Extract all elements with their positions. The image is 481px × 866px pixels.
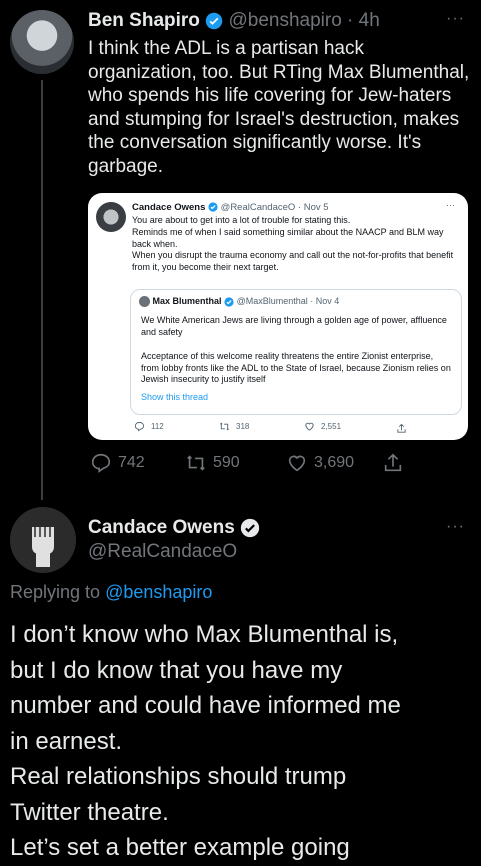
like-count: 3,690 — [314, 454, 355, 471]
verified-badge-icon — [208, 202, 218, 213]
retweet-icon — [187, 455, 205, 471]
tweet2-header: Candace Owens — [88, 517, 260, 539]
heart-icon — [305, 422, 314, 431]
replying-to-handle[interactable]: @benshapiro — [105, 582, 212, 602]
quoted-reply-action[interactable]: 112 — [134, 421, 164, 432]
tweet-text-line: number and could have informed me — [10, 692, 401, 719]
share-action[interactable] — [382, 452, 404, 479]
avatar-candace-owens[interactable] — [10, 507, 76, 573]
avatar-candace-small — [96, 202, 126, 232]
nested-quoted-tweet[interactable]: Max Blumenthal @MaxBlumenthal · Nov 4 We… — [130, 289, 462, 415]
tweet-text-line: Real relationships should trump — [10, 763, 347, 790]
share-icon — [384, 453, 402, 472]
retweet-icon — [220, 422, 229, 431]
tweet-text-line: I don’t know who Max Blumenthal is, — [10, 621, 399, 648]
quoted-line: When you disrupt the trauma economy and … — [132, 250, 454, 273]
reply-action[interactable]: 742 — [90, 452, 145, 474]
retweet-count: 590 — [213, 454, 240, 471]
more-options-icon[interactable]: ··· — [446, 10, 465, 28]
quoted-author-name[interactable]: Candace Owens — [132, 202, 205, 213]
more-options-icon[interactable]: ··· — [446, 518, 465, 536]
tweet-text-line: in earnest. — [10, 727, 123, 755]
author-handle[interactable]: @RealCandaceO — [88, 541, 237, 563]
tweet1-text: I think the ADL is a partisan hack organ… — [88, 38, 470, 177]
nested-header: Max Blumenthal @MaxBlumenthal · Nov 4 — [139, 296, 340, 308]
tweet-text-line: Twitter theatre. — [10, 798, 169, 826]
tweet-text-line: but I do know that you have my — [10, 656, 343, 684]
nested-author-name[interactable]: Max Blumenthal — [153, 296, 222, 306]
nested-author-handle[interactable]: @MaxBlumenthal · Nov 4 — [237, 296, 340, 306]
retweet-action[interactable]: 590 — [185, 452, 240, 474]
more-options-icon[interactable]: ··· — [446, 200, 455, 210]
quoted-author-handle[interactable]: @RealCandaceO · Nov 5 — [221, 202, 329, 213]
quoted-retweet-action[interactable]: 318 — [219, 421, 249, 432]
retweet-count: 318 — [236, 422, 250, 431]
tweet-text-line: Let’s set a better example going — [10, 834, 350, 861]
quoted-line: You are about to get into a lot of troub… — [132, 215, 351, 225]
reply-icon — [91, 453, 111, 473]
like-count: 2,551 — [321, 422, 342, 431]
author-name[interactable]: Candace Owens — [88, 517, 235, 538]
tweet1-header: Ben Shapiro @benshapiro · 4h — [88, 10, 380, 32]
show-thread-link[interactable]: Show this thread — [141, 392, 208, 402]
verified-badge-icon — [205, 12, 223, 30]
thread-connector — [41, 80, 43, 500]
raised-fist-icon — [10, 507, 76, 573]
avatar-max-blumenthal — [139, 296, 150, 308]
tweet2-text: I don’t know who Max Blumenthal is, but … — [10, 617, 475, 866]
quoted-like-action[interactable]: 2,551 — [304, 421, 341, 432]
quoted-text: You are about to get into a lot of troub… — [132, 215, 457, 274]
replying-to-label: Replying to — [10, 582, 106, 602]
like-action[interactable]: 3,690 — [286, 452, 354, 474]
quoted-share-action[interactable] — [396, 421, 407, 439]
share-icon — [397, 423, 406, 433]
nested-text-1: We White American Jews are living throug… — [141, 315, 447, 337]
avatar-ben-shapiro[interactable] — [10, 10, 74, 74]
reply-count: 742 — [118, 454, 145, 471]
heart-icon — [288, 455, 306, 472]
quoted-tweet-card[interactable]: Candace Owens @RealCandaceO · Nov 5 ··· … — [88, 193, 468, 440]
author-handle[interactable]: @benshapiro · 4h — [228, 10, 379, 31]
quoted-line: Reminds me of when I said something simi… — [132, 226, 444, 249]
author-name[interactable]: Ben Shapiro — [88, 10, 200, 31]
replying-to: Replying to @benshapiro — [10, 582, 212, 603]
verified-badge-icon — [240, 518, 260, 538]
verified-badge-icon — [224, 297, 234, 307]
quoted-header: Candace Owens @RealCandaceO · Nov 5 — [132, 202, 329, 213]
reply-count: 112 — [151, 422, 164, 431]
nested-text-2: Acceptance of this welcome reality threa… — [141, 351, 451, 384]
reply-icon — [134, 421, 145, 432]
